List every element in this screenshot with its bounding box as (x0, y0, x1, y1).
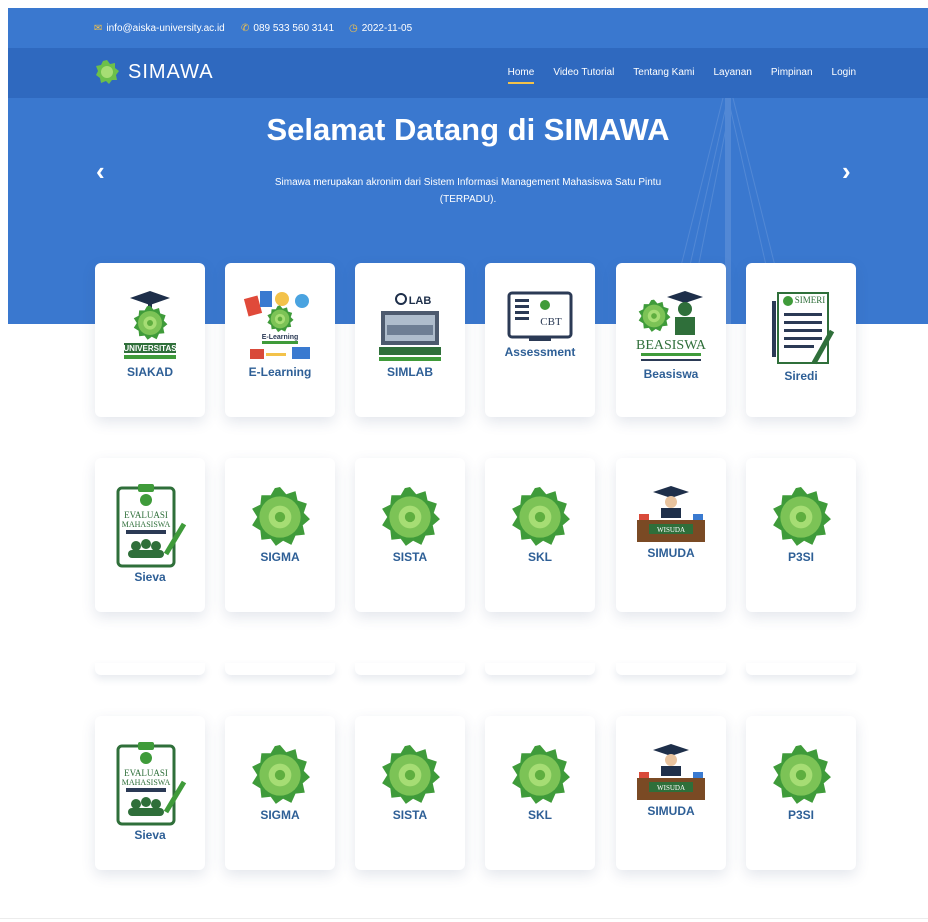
card-p3si[interactable]: P3SI (746, 716, 856, 870)
phone-text: 089 533 560 3141 (253, 23, 335, 34)
svg-text:MAHASISWA: MAHASISWA (122, 520, 171, 529)
phone-icon: ✆ (241, 23, 250, 34)
beasiswa-logo-icon: BEASISWA (636, 291, 707, 361)
card-siakad[interactable]: UNIVERSITAS SIAKAD (95, 263, 205, 417)
sista-seal-icon (379, 744, 441, 806)
simuda-logo-icon: WISUDA (637, 486, 705, 542)
prev-arrow-icon[interactable]: ‹ (96, 156, 105, 187)
card-label: SIGMA (260, 550, 300, 564)
p3si-seal-icon (770, 744, 832, 806)
svg-text:EVALUASI: EVALUASI (124, 768, 168, 778)
card-label: SISTA (392, 550, 428, 564)
sieva-logo-icon: EVALUASI MAHASISWA (116, 742, 187, 826)
card-stub (746, 663, 856, 675)
skl-seal-icon (509, 744, 571, 806)
svg-text:WISUDA: WISUDA (657, 526, 685, 534)
skl-seal-icon (509, 486, 571, 548)
assessment-logo-icon: CBT (507, 291, 573, 341)
svg-text:LAB: LAB (409, 295, 432, 307)
card-label: Assessment (504, 345, 576, 359)
card-simuda[interactable]: WISUDA SIMUDA (616, 458, 726, 612)
card-stub (485, 663, 595, 675)
svg-text:SIMERI: SIMERI (795, 295, 826, 305)
nav-video-tutorial[interactable]: Video Tutorial (553, 67, 614, 82)
card-sieva[interactable]: EVALUASI MAHASISWA Sieva (95, 458, 205, 612)
svg-text:WISUDA: WISUDA (657, 784, 685, 792)
card-label: Sieva (134, 570, 166, 584)
svg-text:BEASISWA: BEASISWA (636, 338, 707, 353)
e-learning-logo-icon: E-Learning (243, 291, 310, 359)
card-label: SKL (528, 550, 552, 564)
card-label: E-Learning (248, 365, 312, 379)
svg-text:UNIVERSITAS: UNIVERSITAS (123, 344, 177, 353)
p3si-seal-icon (770, 486, 832, 548)
nav-tentang-kami[interactable]: Tentang Kami (633, 67, 694, 82)
nav-layanan[interactable]: Layanan (713, 67, 751, 82)
card-stub (225, 663, 335, 675)
seal-icon (96, 60, 119, 84)
brand-name: SIMAWA (128, 60, 214, 83)
hero-title: Selamat Datang di SIMAWA (266, 112, 670, 147)
svg-text:E-Learning: E-Learning (262, 334, 299, 341)
brand-logo[interactable]: SIMAWA (94, 59, 214, 85)
siakad-logo-icon: UNIVERSITAS (123, 291, 177, 359)
card-sieva[interactable]: EVALUASI MAHASISWA Sieva (95, 716, 205, 870)
divider (0, 918, 928, 919)
card-stub (95, 663, 205, 675)
svg-text:EVALUASI: EVALUASI (124, 510, 168, 520)
card-sigma[interactable]: SIGMA (225, 458, 335, 612)
nav-login[interactable]: Login (832, 67, 856, 82)
card-sista[interactable]: SISTA (355, 716, 465, 870)
card-label: SIMUDA (647, 546, 695, 560)
next-arrow-icon[interactable]: › (842, 156, 851, 187)
clock-icon: ◷ (349, 23, 358, 34)
simlab-logo-icon: LAB (379, 293, 441, 361)
card-skl[interactable]: SKL (485, 716, 595, 870)
card-label: P3SI (787, 550, 814, 564)
date-text: 2022-11-05 (361, 23, 413, 34)
sigma-seal-icon (249, 486, 311, 548)
card-stub (616, 663, 726, 675)
simuda-logo-icon: WISUDA (637, 744, 705, 800)
card-simuda[interactable]: WISUDA SIMUDA (616, 716, 726, 870)
topbar-date: ◷ 2022-11-05 (349, 23, 412, 34)
siredi-logo-icon: SIMERI (772, 292, 835, 365)
nav-home[interactable]: Home (507, 67, 534, 84)
card-assessment[interactable]: CBT Assessment (485, 263, 595, 417)
topbar-email[interactable]: ✉ info@aiska-university.ac.id (94, 23, 225, 34)
email-text: info@aiska-university.ac.id (106, 23, 225, 34)
navbar: SIMAWA Home Video Tutorial Tentang Kami … (8, 48, 928, 98)
card-label: SIMUDA (647, 804, 695, 818)
card-label: SIGMA (260, 808, 300, 822)
nav-pimpinan[interactable]: Pimpinan (771, 67, 813, 82)
envelope-icon: ✉ (94, 23, 103, 34)
card-label: Sieva (134, 828, 166, 842)
card-label: SIAKAD (126, 365, 173, 379)
card-p3si[interactable]: P3SI (746, 458, 856, 612)
card-label: SKL (528, 808, 552, 822)
card-label: SIMLAB (387, 365, 433, 379)
card-label: SISTA (392, 808, 428, 822)
card-label: Beasiswa (643, 367, 699, 381)
main-nav: Home Video Tutorial Tentang Kami Layanan… (507, 67, 856, 84)
sigma-seal-icon (249, 744, 311, 806)
card-sigma[interactable]: SIGMA (225, 716, 335, 870)
topbar: ✉ info@aiska-university.ac.id ✆ 089 533 … (8, 8, 928, 48)
card-label: Siredi (784, 369, 818, 383)
topbar-phone[interactable]: ✆ 089 533 560 3141 (241, 23, 334, 34)
card-simlab[interactable]: LAB SIMLAB (355, 263, 465, 417)
card-sista[interactable]: SISTA (355, 458, 465, 612)
sieva-logo-icon: EVALUASI MAHASISWA (116, 484, 187, 568)
sista-seal-icon (379, 486, 441, 548)
card-siredi[interactable]: SIMERI Siredi (746, 263, 856, 417)
card-label: P3SI (787, 808, 814, 822)
svg-text:MAHASISWA: MAHASISWA (122, 778, 171, 787)
card-stub (355, 663, 465, 675)
svg-text:CBT: CBT (540, 316, 562, 328)
hero-subtitle: Simawa merupakan akronim dari Sistem Inf… (274, 177, 662, 205)
card-skl[interactable]: SKL (485, 458, 595, 612)
card-beasiswa[interactable]: BEASISWA Beasiswa (616, 263, 726, 417)
card-e-learning[interactable]: E-Learning E-Learning (225, 263, 335, 417)
